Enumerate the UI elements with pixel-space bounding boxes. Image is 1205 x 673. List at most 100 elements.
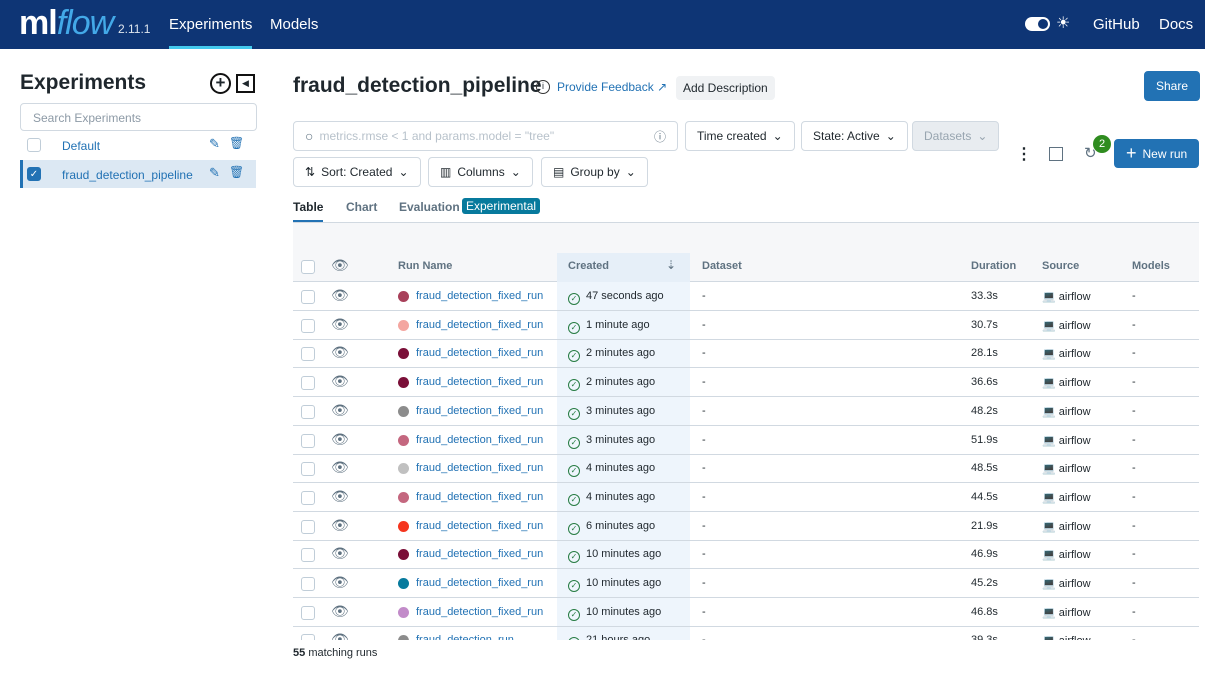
nav-models[interactable]: Models [270,16,318,33]
state-dropdown[interactable]: State: Active ⌄ [801,121,908,151]
row-checkbox[interactable] [301,548,315,563]
experiment-checkbox[interactable]: ✓ [27,167,41,181]
tab-evaluation[interactable]: Evaluation [399,200,460,214]
experiment-checkbox[interactable] [27,138,41,152]
runs-search-input[interactable]: ○ metrics.rmse < 1 and params.model = "t… [293,121,678,151]
eye-icon[interactable]: 👁 [331,459,349,476]
dataset-cell: - [702,490,706,503]
share-button[interactable]: Share [1144,71,1201,101]
run-color-dot[interactable] [398,491,409,503]
row-checkbox[interactable] [301,433,315,448]
add-description-button[interactable]: Add Description [676,76,775,100]
row-checkbox[interactable] [301,347,315,362]
run-color-dot[interactable] [398,405,409,417]
header-created[interactable]: Created [568,260,609,272]
search-experiments-input[interactable]: Search Experiments [20,103,257,131]
eye-icon[interactable]: 👁 [331,631,349,640]
run-color-dot[interactable] [398,520,409,532]
run-name-link[interactable]: fraud_detection_fixed_run [416,491,543,503]
eye-icon[interactable]: 👁 [331,402,349,419]
dataset-cell: - [702,347,706,360]
row-checkbox[interactable] [301,290,315,304]
run-name-link[interactable]: fraud_detection_fixed_run [416,290,543,302]
trash-icon[interactable]: 🗑 [229,165,244,179]
run-name-link[interactable]: fraud_detection_fixed_run [416,434,543,446]
run-name-link[interactable]: fraud_detection_fixed_run [416,606,543,618]
sort-dropdown[interactable]: ⇅ Sort: Created ⌄ [293,157,421,187]
group-by-dropdown[interactable]: ▤ Group by ⌄ [541,157,648,187]
run-name-link[interactable]: fraud_detection_fixed_run [416,520,543,532]
mlflow-logo[interactable]: mlflow [19,4,114,43]
eye-icon[interactable]: 👁 [331,287,349,304]
eye-icon[interactable]: 👁 [331,574,349,591]
header-dataset[interactable]: Dataset [702,260,742,272]
run-color-dot[interactable] [398,434,409,446]
tab-chart[interactable]: Chart [346,200,377,214]
info-icon[interactable]: ⓘ [654,128,666,145]
eye-icon[interactable]: 👁 [331,603,349,620]
eye-icon[interactable]: 👁 [331,344,349,361]
info-icon[interactable]: i [536,80,550,94]
eye-icon[interactable]: 👁 [331,488,349,505]
run-name-link[interactable]: fraud_detection_run [416,634,514,640]
row-checkbox[interactable] [301,634,315,640]
eye-icon[interactable]: 👁 [331,517,349,534]
run-color-dot[interactable] [398,348,409,360]
edit-icon[interactable]: ✎ [209,165,220,181]
row-checkbox[interactable] [301,404,315,419]
run-name-link[interactable]: fraud_detection_fixed_run [416,319,543,331]
row-checkbox[interactable] [301,519,315,534]
row-checkbox[interactable] [301,462,315,477]
trash-icon[interactable]: 🗑 [229,136,244,150]
run-name-link[interactable]: fraud_detection_fixed_run [416,347,543,359]
collapse-sidebar-icon[interactable]: ◀ [236,74,255,93]
run-name-link[interactable]: fraud_detection_fixed_run [416,376,543,388]
experiment-item-default[interactable]: Default ✎ 🗑 [20,131,256,159]
select-all-checkbox[interactable] [301,260,315,274]
datasets-dropdown[interactable]: Datasets ⌄ [912,121,1000,151]
run-color-dot[interactable] [398,463,409,475]
run-color-dot[interactable] [398,377,409,389]
docs-link[interactable]: Docs [1159,16,1193,33]
header-run-name[interactable]: Run Name [398,260,452,272]
run-name-link[interactable]: fraud_detection_fixed_run [416,405,543,417]
run-name-link[interactable]: fraud_detection_fixed_run [416,577,543,589]
provide-feedback-link[interactable]: Provide Feedback ↗ [557,80,667,94]
more-options-icon[interactable]: ⋮ [1016,144,1032,164]
new-run-button[interactable]: + New run [1114,139,1200,168]
eye-icon[interactable]: 👁 [331,373,349,390]
header-models[interactable]: Models [1132,260,1170,272]
header-duration[interactable]: Duration [971,260,1016,272]
sort-desc-icon[interactable]: ⇣ [666,258,676,272]
run-color-dot[interactable] [398,319,409,331]
tab-table[interactable]: Table [293,200,324,222]
columns-dropdown[interactable]: ▥ Columns ⌄ [428,157,533,187]
row-checkbox[interactable] [301,605,315,620]
nav-experiments[interactable]: Experiments [169,16,253,49]
row-checkbox[interactable] [301,577,315,591]
theme-toggle[interactable] [1025,17,1050,31]
run-color-dot[interactable] [398,291,409,302]
row-checkbox[interactable] [301,376,315,391]
experiment-item-fraud-detection-pipeline[interactable]: ✓ fraud_detection_pipeline ✎ 🗑 [20,160,256,188]
source-value: airflow [1058,405,1091,418]
run-color-dot[interactable] [398,549,409,561]
run-name-link[interactable]: fraud_detection_fixed_run [416,548,543,560]
run-color-dot[interactable] [398,606,409,618]
eye-icon[interactable]: 👁 [331,545,349,562]
add-experiment-icon[interactable]: + [210,73,231,94]
run-color-dot[interactable] [398,578,409,589]
run-name-link[interactable]: fraud_detection_fixed_run [416,462,543,474]
run-color-dot[interactable] [398,635,409,640]
eye-icon[interactable]: 👁 [331,431,349,448]
row-checkbox[interactable] [301,318,315,333]
header-source[interactable]: Source [1042,260,1079,272]
eye-icon[interactable]: 👁 [331,316,349,333]
table-row: 👁 fraud_detection_fixed_run ✓ 2 minutes a… [293,368,1199,398]
side-panel-icon[interactable] [1049,147,1063,161]
time-created-dropdown[interactable]: Time created ⌄ [685,121,795,151]
eye-icon[interactable]: 👁 [331,257,349,274]
edit-icon[interactable]: ✎ [209,136,220,152]
row-checkbox[interactable] [301,490,315,505]
github-link[interactable]: GitHub [1093,16,1140,33]
